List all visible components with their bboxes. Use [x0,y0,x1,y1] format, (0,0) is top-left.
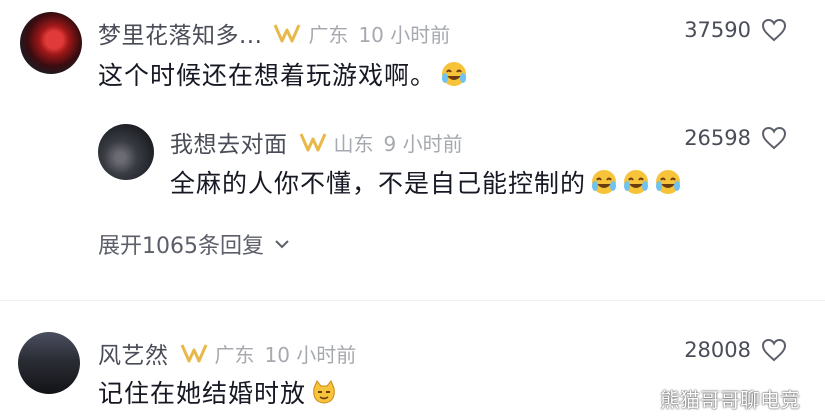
like-control[interactable]: 26598 [684,126,787,150]
laugh-cry-emoji [624,170,649,194]
heart-outline-icon[interactable] [761,126,787,150]
comment-text: 这个时候还在想着玩游戏啊。 [98,56,468,92]
like-control[interactable]: 37590 [684,18,787,42]
cat-face-emoji [313,380,335,404]
laugh-cry-emoji [656,170,681,194]
comment-meta: 我想去对面 山东 9 小时前 [170,125,463,159]
avatar[interactable] [98,124,154,180]
commenter-name[interactable]: 梦里花落知多... [98,16,262,50]
comment-text: 全麻的人你不懂，不是自己能控制的 [170,164,682,200]
avatar[interactable] [18,332,80,394]
heart-outline-icon[interactable] [761,338,787,362]
commenter-name[interactable]: 风艺然 [98,336,169,370]
commenter-name[interactable]: 我想去对面 [170,125,288,159]
watermark-text: 熊猫哥哥聊电竞 [660,388,800,412]
comment-body: 记住在她结婚时放 [98,379,307,408]
like-count: 37590 [684,18,751,42]
like-control[interactable]: 28008 [684,338,787,362]
location-label: 广东 [214,342,255,367]
comment-meta: 风艺然 广东 10 小时前 [98,336,356,370]
chevron-down-icon [275,240,289,249]
like-count: 28008 [684,338,751,362]
like-count: 26598 [684,126,751,150]
avatar[interactable] [20,12,82,74]
weibo-logo-icon [629,389,653,410]
timestamp: 9 小时前 [383,131,463,156]
watermark: 熊猫哥哥聊电竞 [628,384,800,413]
vip-badge-icon [298,131,328,153]
timestamp: 10 小时前 [264,342,357,367]
expand-replies-button[interactable]: 展开1065条回复 [98,228,290,260]
timestamp: 10 小时前 [358,22,451,47]
comment-text: 记住在她结婚时放 [98,374,338,410]
laugh-cry-emoji [592,170,617,194]
comment-meta: 梦里花落知多... 广东 10 小时前 [98,16,450,50]
divider [0,300,825,301]
location-label: 广东 [308,22,349,47]
location-label: 山东 [333,131,374,156]
vip-badge-icon [272,22,302,44]
vip-badge-icon [179,342,209,364]
laugh-cry-emoji [442,62,467,86]
heart-outline-icon[interactable] [761,18,787,42]
expand-replies-label: 展开1065条回复 [98,234,264,259]
comment-body: 这个时候还在想着玩游戏啊。 [98,61,437,90]
comment-body: 全麻的人你不懂，不是自己能控制的 [170,169,587,198]
